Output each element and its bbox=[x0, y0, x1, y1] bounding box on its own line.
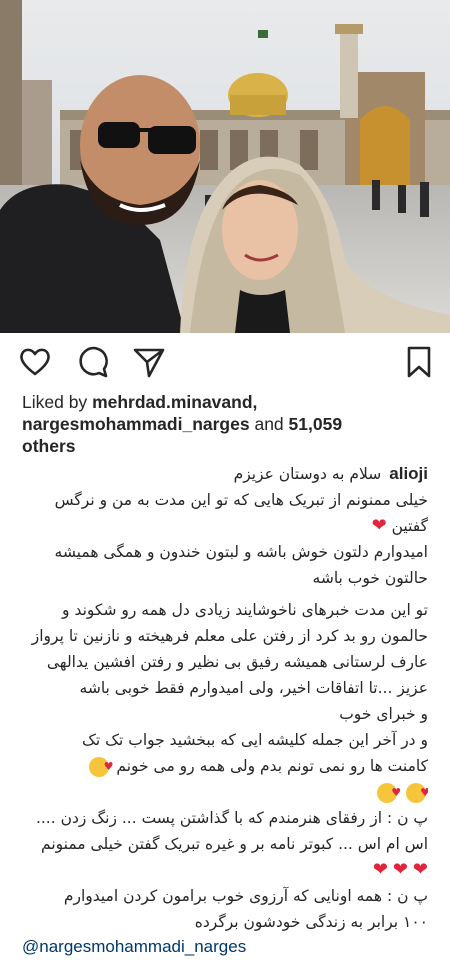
likes-prefix: Liked by bbox=[22, 392, 88, 412]
caption-line: و در آخر این جمله کلیشه ایی که ببخشید جو… bbox=[82, 731, 428, 749]
caption-line: امیدوارم دلتون خوش باشه و لبتون خندون و … bbox=[54, 543, 428, 561]
comment-icon[interactable] bbox=[76, 345, 110, 379]
caption-username[interactable]: alioji bbox=[389, 461, 428, 487]
caption-mention[interactable]: @nargesmohammadi_narges bbox=[0, 935, 450, 959]
caption-line: و خبرای خوب bbox=[339, 705, 428, 723]
likes-and: and bbox=[254, 414, 284, 434]
caption-text: کامنت ها رو نمی تونم بدم ولی همه رو می خ… bbox=[116, 757, 428, 775]
likes-count[interactable]: 51,059 bbox=[289, 414, 343, 434]
post-caption: سلام به دوستان عزیزم alioji خیلی ممنونم … bbox=[0, 457, 450, 935]
bookmark-icon[interactable] bbox=[402, 345, 436, 379]
caption-text: سلام به دوستان عزیزم bbox=[233, 465, 382, 483]
caption-line: پ ن : همه اونایی که آرزوی خوب برامون کرد… bbox=[63, 887, 428, 905]
caption-line: عارف لرستانی همیشه رفیق بی نظیر و رفتن ا… bbox=[46, 653, 428, 671]
caption-line: حالتون خوب باشه bbox=[312, 569, 428, 587]
liker-2[interactable]: nargesmohammadi_narges bbox=[22, 414, 250, 434]
liker-1[interactable]: mehrdad.minavand, bbox=[92, 392, 257, 412]
kiss-emoji-icon bbox=[89, 754, 113, 779]
kiss-emoji-icon bbox=[406, 780, 428, 805]
caption-line bbox=[22, 779, 428, 805]
red-heart-emoji-icon: ❤ bbox=[412, 859, 428, 880]
caption-line: کامنت ها رو نمی تونم بدم ولی همه رو می خ… bbox=[22, 753, 428, 779]
kiss-emoji-icon bbox=[377, 780, 401, 805]
action-bar bbox=[0, 333, 450, 389]
heart-icon[interactable] bbox=[18, 345, 52, 379]
likes-others[interactable]: others bbox=[22, 436, 75, 456]
caption-line: ۱۰۰ برابر به زندگی خودشون برگرده bbox=[194, 913, 428, 931]
red-heart-emoji-icon: ❤ bbox=[392, 859, 408, 880]
caption-line: تو این مدت خبرهای ناخوشایند زیادی دل همه… bbox=[62, 601, 428, 619]
caption-line: خیلی ممنونم از تبریک هایی که تو این مدت … bbox=[54, 491, 428, 509]
send-icon[interactable] bbox=[132, 345, 166, 379]
caption-line: پ ن : از رفقای هنرمندم که با گذاشتن پست … bbox=[35, 809, 428, 827]
caption-line: اس ام اس ... کبوتر نامه بر و غیره تبریک … bbox=[41, 835, 428, 853]
caption-line: ❤ ❤ ❤ bbox=[22, 857, 428, 883]
caption-line: گفتین ❤ bbox=[22, 513, 428, 539]
caption-line: حالمون رو بد کرد از رفتن علی معلم فرهیخت… bbox=[31, 627, 428, 645]
red-heart-emoji-icon: ❤ bbox=[372, 859, 388, 880]
red-heart-emoji-icon: ❤ bbox=[371, 515, 387, 536]
caption-text: گفتین bbox=[391, 517, 428, 535]
caption-line: عزیز ...تا اتفاقات اخیر، ولی امیدوارم فق… bbox=[79, 679, 428, 697]
likes-summary: Liked by mehrdad.minavand, nargesmohamma… bbox=[0, 389, 450, 457]
caption-first-line: سلام به دوستان عزیزم alioji bbox=[22, 461, 428, 487]
post-photo[interactable] bbox=[0, 0, 450, 333]
